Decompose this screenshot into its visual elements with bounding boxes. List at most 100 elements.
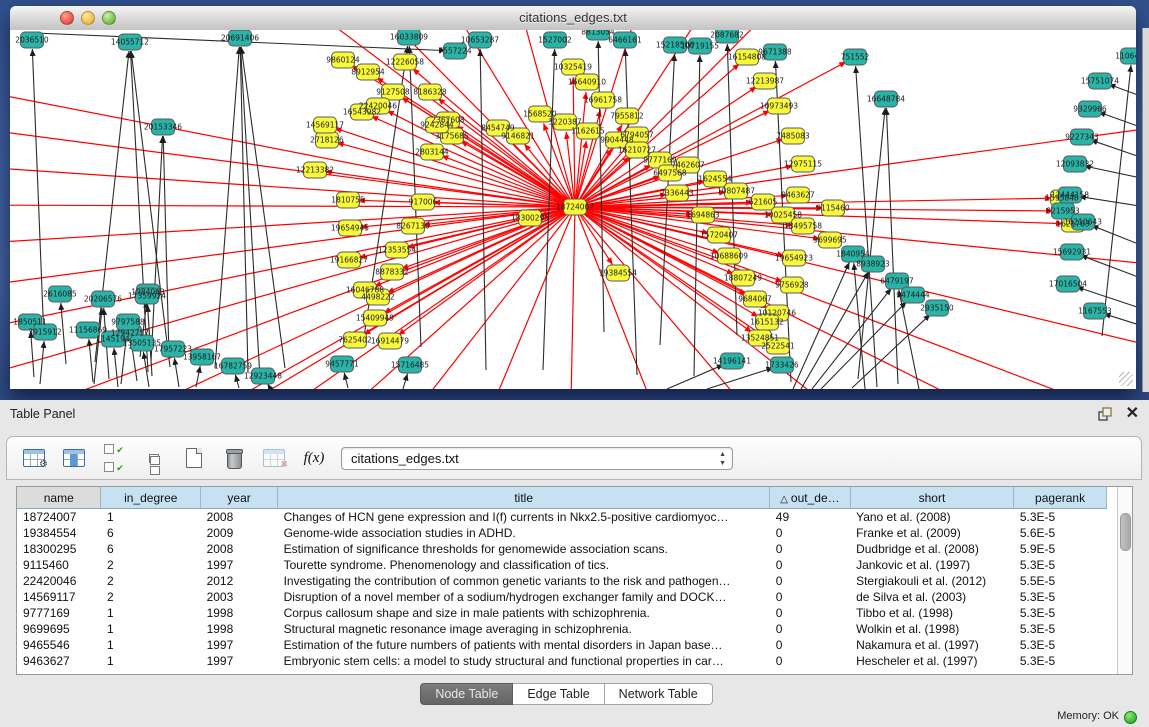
svg-text:9699695: 9699695: [813, 236, 847, 245]
memory-status-label: Memory: OK: [1057, 710, 1119, 722]
svg-text:20691406: 20691406: [221, 34, 259, 43]
svg-text:14196141: 14196141: [713, 357, 751, 366]
delete-table-icon[interactable]: [221, 446, 247, 470]
svg-text:9756928: 9756928: [775, 281, 809, 290]
column-header-out_de[interactable]: △out_de…: [770, 487, 850, 509]
column-header-short[interactable]: short: [850, 487, 1014, 509]
window-resize-grip-icon[interactable]: [1119, 372, 1133, 386]
svg-text:12353554: 12353554: [378, 246, 416, 255]
svg-text:17359924: 17359924: [128, 292, 166, 301]
window-titlebar[interactable]: citations_edges.txt: [10, 6, 1136, 31]
svg-text:15751074: 15751074: [1081, 77, 1119, 86]
column-header-title[interactable]: title: [278, 487, 770, 509]
svg-text:1733426: 1733426: [765, 361, 799, 370]
table-row[interactable]: 946362711997Embryonic stem cells: a mode…: [17, 653, 1132, 669]
tab-network-table[interactable]: Network Table: [605, 683, 713, 705]
svg-text:20206576: 20206576: [84, 295, 122, 304]
svg-text:1167553: 1167553: [1078, 307, 1112, 316]
citation-network-graph[interactable]: 1872400718300295193845549860124891295412…: [10, 30, 1136, 389]
svg-text:9671388: 9671388: [758, 48, 792, 57]
table-row[interactable]: 911546021997Tourette syndrome. Phenomeno…: [17, 557, 1132, 573]
svg-text:20153346: 20153346: [144, 123, 182, 132]
svg-text:7462607: 7462607: [671, 161, 705, 170]
svg-text:10653287: 10653287: [461, 36, 499, 45]
table-row[interactable]: 946554611997Estimation of the future num…: [17, 637, 1132, 653]
function-builder-icon[interactable]: f(x): [301, 446, 327, 470]
svg-text:917006: 917006: [409, 198, 438, 207]
svg-text:19654945: 19654945: [331, 224, 369, 233]
svg-text:16640910: 16640910: [568, 78, 606, 87]
svg-text:6466161: 6466161: [608, 36, 642, 45]
column-header-year[interactable]: year: [201, 487, 278, 509]
svg-text:10325419: 10325419: [554, 63, 592, 72]
table-selector[interactable]: citations_edges.txt ▲▼: [341, 447, 733, 470]
svg-text:8267130: 8267130: [396, 222, 430, 231]
table-row[interactable]: 1830029562008Estimation of significance …: [17, 541, 1132, 557]
combo-stepper-icon[interactable]: ▲▼: [719, 450, 726, 468]
table-panel-header: Table Panel ✕: [0, 400, 1149, 428]
svg-text:9797588: 9797588: [111, 318, 145, 327]
svg-text:16914479: 16914479: [371, 337, 409, 346]
tab-edge-table[interactable]: Edge Table: [513, 683, 604, 705]
svg-text:18807249: 18807249: [724, 274, 762, 283]
table-row[interactable]: 1456911722003Disruption of a novel membe…: [17, 589, 1132, 605]
new-table-icon[interactable]: [181, 446, 207, 470]
table-row[interactable]: 977716911998Corpus callosum shape and si…: [17, 605, 1132, 621]
table-panel-title: Table Panel: [10, 407, 75, 421]
statusbar: Memory: OK: [0, 705, 1149, 727]
column-header-in_degree[interactable]: in_degree: [101, 487, 201, 509]
sort-ascending-icon: △: [780, 494, 788, 505]
table-row[interactable]: 1938455462009Genome-wide association stu…: [17, 525, 1132, 541]
svg-text:8912954: 8912954: [351, 68, 385, 77]
svg-text:22420046: 22420046: [359, 102, 397, 111]
network-view-canvas[interactable]: 1872400718300295193845549860124891295412…: [10, 30, 1136, 389]
row-height-icon[interactable]: [141, 446, 167, 470]
svg-text:621605: 621605: [749, 198, 778, 207]
table-scrollbar[interactable]: [1117, 487, 1132, 674]
svg-text:3175685: 3175685: [435, 132, 469, 141]
table-row[interactable]: 1872400712008Changes of HCN gene express…: [17, 509, 1132, 526]
column-header-pagerank[interactable]: pagerank: [1014, 487, 1106, 509]
clear-table-icon: ✖: [261, 446, 287, 470]
svg-text:2718126: 2718126: [310, 136, 344, 145]
svg-text:9463627: 9463627: [781, 191, 815, 200]
table-row[interactable]: 969969511998Structural magnetic resonanc…: [17, 621, 1132, 637]
svg-text:9684067: 9684067: [738, 295, 772, 304]
svg-text:18724007: 18724007: [556, 203, 594, 212]
table-tabbar: Node TableEdge TableNetwork Table: [0, 683, 1133, 705]
table-panel: Table Panel ✕ ⚙ ✔✔: [0, 400, 1149, 727]
window-title: citations_edges.txt: [10, 10, 1136, 25]
svg-text:8186328: 8186328: [413, 88, 447, 97]
svg-text:2087682: 2087682: [710, 31, 744, 40]
svg-text:12226058: 12226058: [386, 58, 424, 67]
svg-text:1850511: 1850511: [13, 318, 47, 327]
table-row[interactable]: 2242004622012Investigating the contribut…: [17, 573, 1132, 589]
scrollbar-thumb[interactable]: [1120, 513, 1131, 551]
svg-text:17016504: 17016504: [1049, 280, 1087, 289]
svg-text:11156869: 11156869: [69, 326, 107, 335]
svg-text:18300295: 18300295: [511, 214, 549, 223]
show-columns-icon[interactable]: [61, 446, 87, 470]
svg-text:7955812: 7955812: [610, 112, 644, 121]
table-mode-icon[interactable]: ⚙: [21, 446, 47, 470]
svg-text:19654923: 19654923: [775, 254, 813, 263]
svg-text:1694863: 1694863: [686, 211, 720, 220]
svg-text:10719155: 10719155: [681, 42, 719, 51]
svg-text:10120746: 10120746: [758, 309, 796, 318]
close-panel-icon[interactable]: ✕: [1126, 406, 1139, 422]
node-table: namein_degreeyeartitle△out_de…shortpager…: [16, 486, 1133, 675]
svg-text:16782759: 16782759: [214, 362, 252, 371]
svg-text:9146821: 9146821: [501, 132, 535, 141]
float-window-icon[interactable]: [1098, 407, 1112, 421]
tab-node-table[interactable]: Node Table: [420, 683, 513, 705]
svg-text:3220387: 3220387: [548, 118, 582, 127]
svg-text:16210643: 16210643: [1064, 218, 1102, 227]
svg-text:9329966: 9329966: [1073, 105, 1107, 114]
column-header-name[interactable]: name: [17, 487, 101, 509]
svg-text:7625402: 7625402: [338, 336, 372, 345]
svg-text:6479197: 6479197: [880, 277, 914, 286]
svg-text:10025458: 10025458: [764, 211, 802, 220]
svg-text:2803144: 2803144: [415, 148, 449, 157]
row-selection-icon[interactable]: ✔✔: [101, 446, 127, 470]
svg-text:8938923: 8938923: [856, 260, 890, 269]
